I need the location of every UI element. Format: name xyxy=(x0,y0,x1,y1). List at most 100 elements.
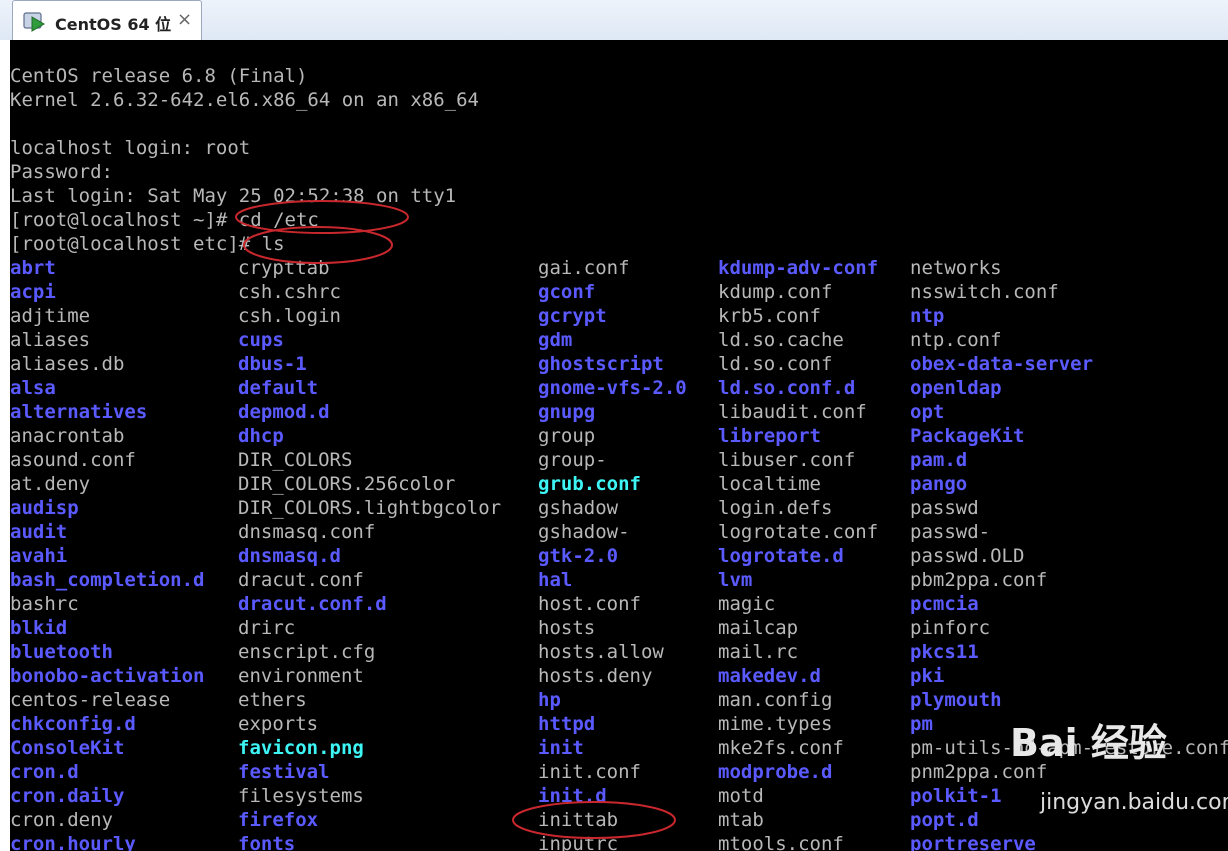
ls-entry-file: drirc xyxy=(238,617,296,639)
ls-entry-file: logrotate.conf xyxy=(718,521,879,543)
ls-entry-directory: audit xyxy=(10,521,68,543)
ls-entry-directory: firefox xyxy=(238,809,319,831)
window-edge xyxy=(0,40,10,851)
ls-entry-file: mke2fs.conf xyxy=(718,737,844,759)
ls-entry-directory: ntp xyxy=(910,305,945,327)
tab-close-icon[interactable]: × xyxy=(177,9,192,30)
ls-entry-directory: dnsmasq.d xyxy=(238,545,341,567)
vm-play-icon xyxy=(23,12,45,32)
baidu-watermark: Bai 经验 jingyan.baidu.com xyxy=(1010,712,1228,827)
ls-entry-directory: gcrypt xyxy=(538,305,607,327)
ls-entry-file: pbm2ppa.conf xyxy=(910,569,1048,591)
ls-entry-directory: plymouth xyxy=(910,689,1002,711)
ls-entry-file: environment xyxy=(238,665,364,687)
ls-entry-directory: dbus-1 xyxy=(238,353,307,375)
ls-entry-file: inittab xyxy=(538,809,619,831)
ls-entry-directory: gdm xyxy=(538,329,573,351)
ls-entry-directory: ConsoleKit xyxy=(10,737,125,759)
ls-entry-directory: opt xyxy=(910,401,945,423)
ls-entry-file: aliases.db xyxy=(10,353,125,375)
watermark-url: jingyan.baidu.com xyxy=(1040,790,1228,815)
ls-entry-directory: ghostscript xyxy=(538,353,664,375)
ls-entry-directory: gnome-vfs-2.0 xyxy=(538,377,687,399)
ls-entry-directory: cron.d xyxy=(10,761,79,783)
ls-entry-file: dnsmasq.conf xyxy=(238,521,376,543)
tab-bar: CentOS 64 位 × xyxy=(0,0,1228,41)
terminal-line: [root@localhost etc]# ls xyxy=(10,233,285,255)
terminal-line: Kernel 2.6.32-642.el6.x86_64 on an x86_6… xyxy=(10,89,479,111)
ls-entry-directory: bonobo-activation xyxy=(10,665,205,687)
ls-entry-file: man.config xyxy=(718,689,833,711)
ls-entry-file: hosts xyxy=(538,617,596,639)
tab-centos[interactable]: CentOS 64 位 × xyxy=(12,0,202,40)
terminal-line: [root@localhost ~]# cd /etc xyxy=(10,209,319,231)
ls-entry-file: mtab xyxy=(718,809,764,831)
ls-entry-file: enscript.cfg xyxy=(238,641,376,663)
ls-entry-file: filesystems xyxy=(238,785,364,807)
ls-entry-file: DIR_COLORS xyxy=(238,449,353,471)
ls-entry-file: DIR_COLORS.lightbgcolor xyxy=(238,497,502,519)
ls-entry-file: gshadow xyxy=(538,497,619,519)
ls-entry-file: login.defs xyxy=(718,497,833,519)
ls-entry-directory: init.d xyxy=(538,785,607,807)
ls-entry-directory: pm xyxy=(910,713,933,735)
ls-entry-directory: dhcp xyxy=(238,425,284,447)
ls-entry-file: favicon.png xyxy=(238,737,364,759)
ls-entry-file: host.conf xyxy=(538,593,641,615)
ls-entry-file: passwd- xyxy=(910,521,991,543)
ls-entry-directory: libreport xyxy=(718,425,821,447)
ls-entry-directory: logrotate.d xyxy=(718,545,844,567)
ls-entry-directory: httpd xyxy=(538,713,596,735)
ls-entry-file: mtools.conf xyxy=(718,833,844,851)
ls-entry-file: ntp.conf xyxy=(910,329,1002,351)
ls-entry-file: magic xyxy=(718,593,776,615)
ls-entry-file: pinforc xyxy=(910,617,991,639)
ls-entry-directory: gtk-2.0 xyxy=(538,545,619,567)
ls-entry-directory: abrt xyxy=(10,257,56,279)
ls-entry-directory: makedev.d xyxy=(718,665,821,687)
terminal-line: localhost login: root xyxy=(10,137,251,159)
ls-entry-file: at.deny xyxy=(10,473,91,495)
ls-entry-directory: modprobe.d xyxy=(718,761,833,783)
ls-entry-file: grub.conf xyxy=(538,473,641,495)
ls-entry-file: motd xyxy=(718,785,764,807)
ls-entry-directory: pkcs11 xyxy=(910,641,979,663)
ls-entry-file: hosts.deny xyxy=(538,665,653,687)
ls-entry-file: cron.deny xyxy=(10,809,113,831)
ls-entry-directory: pki xyxy=(910,665,945,687)
ls-entry-file: DIR_COLORS.256color xyxy=(238,473,456,495)
ls-entry-file: anacrontab xyxy=(10,425,125,447)
ls-entry-file: mail.rc xyxy=(718,641,799,663)
ls-entry-file: gshadow- xyxy=(538,521,630,543)
ls-entry-directory: default xyxy=(238,377,319,399)
ls-entry-directory: pcmcia xyxy=(910,593,979,615)
ls-entry-directory: popt.d xyxy=(910,809,979,831)
ls-entry-directory: alternatives xyxy=(10,401,148,423)
ls-entry-file: bashrc xyxy=(10,593,79,615)
ls-entry-directory: cron.hourly xyxy=(10,833,136,851)
ls-entry-file: libuser.conf xyxy=(718,449,856,471)
ls-entry-directory: depmod.d xyxy=(238,401,330,423)
ls-entry-file: nsswitch.conf xyxy=(910,281,1059,303)
ls-entry-directory: audisp xyxy=(10,497,79,519)
ls-entry-file: passwd.OLD xyxy=(910,545,1025,567)
ls-entry-file: centos-release xyxy=(10,689,171,711)
terminal-line: CentOS release 6.8 (Final) xyxy=(10,65,308,87)
ls-entry-file: localtime xyxy=(718,473,821,495)
ls-entry-directory: init xyxy=(538,737,584,759)
ls-entry-directory: cron.daily xyxy=(10,785,125,807)
ls-entry-directory: hp xyxy=(538,689,561,711)
ls-entry-file: group- xyxy=(538,449,607,471)
ls-entry-directory: acpi xyxy=(10,281,56,303)
ls-entry-file: hosts.allow xyxy=(538,641,664,663)
terminal-line: Last login: Sat May 25 02:52:38 on tty1 xyxy=(10,185,457,207)
ls-entry-directory: lvm xyxy=(718,569,753,591)
ls-entry-directory: chkconfig.d xyxy=(10,713,136,735)
ls-entry-directory: PackageKit xyxy=(910,425,1025,447)
ls-entry-file: adjtime xyxy=(10,305,91,327)
ls-entry-file: passwd xyxy=(910,497,979,519)
ls-entry-file: dracut.conf xyxy=(238,569,364,591)
ls-entry-file: csh.cshrc xyxy=(238,281,341,303)
ls-entry-file: ethers xyxy=(238,689,307,711)
ls-entry-directory: bluetooth xyxy=(10,641,113,663)
